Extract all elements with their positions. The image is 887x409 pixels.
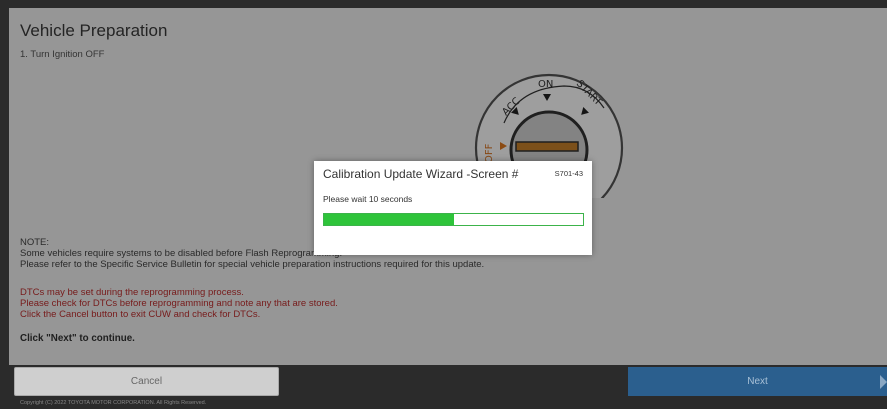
next-button-label: Next xyxy=(747,376,768,387)
progress-dialog: Calibration Update Wizard -Screen # S701… xyxy=(314,161,592,255)
cancel-button[interactable]: Cancel xyxy=(14,367,279,396)
arrow-right-icon xyxy=(880,375,887,389)
wait-message: Please wait 10 seconds xyxy=(323,194,413,204)
top-bar xyxy=(0,0,887,8)
app-window: Vehicle Preparation 1. Turn Ignition OFF… xyxy=(0,0,887,409)
copyright-text: Copyright (C) 2022 TOYOTA MOTOR CORPORAT… xyxy=(20,400,207,406)
dialog-title: Calibration Update Wizard -Screen # xyxy=(323,167,519,181)
progress-bar-fill xyxy=(324,214,454,225)
next-button[interactable]: Next xyxy=(628,367,887,396)
screen-code: S701-43 xyxy=(554,169,583,178)
progress-bar xyxy=(323,213,584,226)
